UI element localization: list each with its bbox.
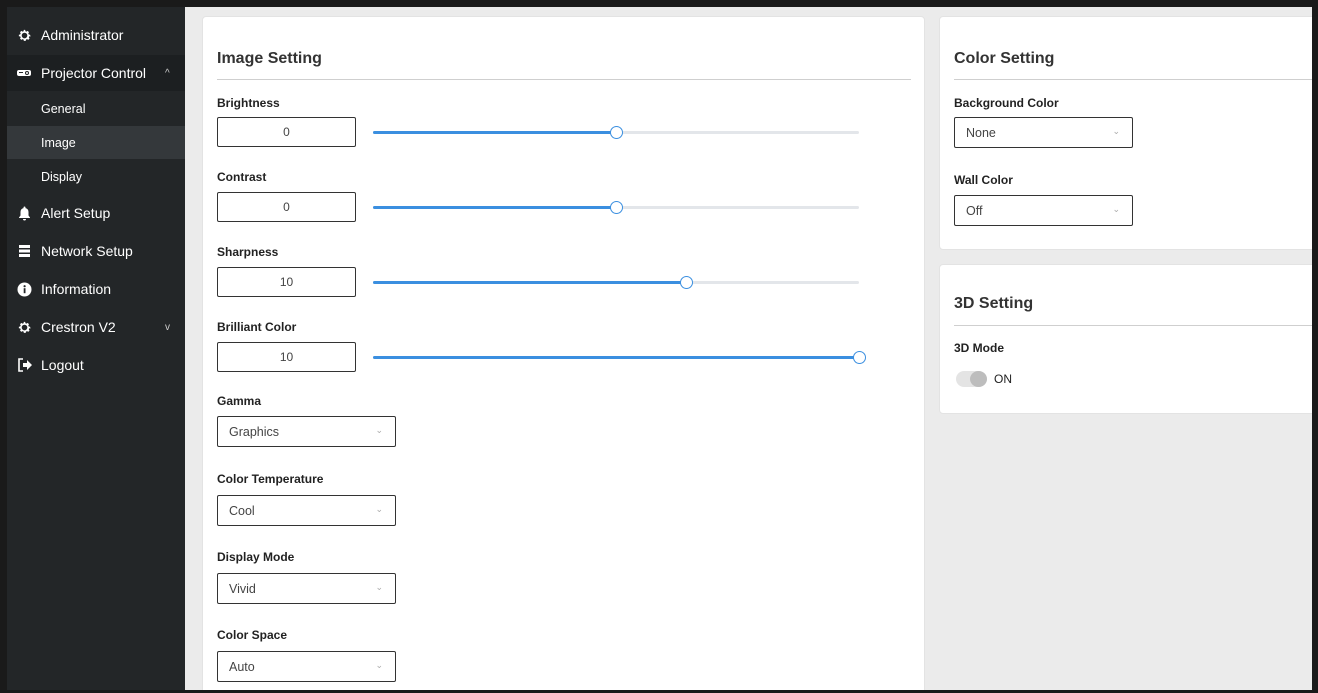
- sidebar-item-crestron-v2[interactable]: Crestron V2 v: [7, 309, 185, 345]
- select-value: Off: [966, 203, 983, 218]
- chevron-down-icon: ⌄: [1112, 204, 1120, 214]
- card-title: Image Setting: [217, 50, 322, 67]
- gear-icon: [16, 319, 32, 335]
- chevron-down-icon: v: [165, 321, 170, 333]
- chevron-down-icon: ⌄: [375, 582, 383, 592]
- toggle-state-label: ON: [994, 372, 1012, 386]
- sidebar-item-label: Network Setup: [41, 243, 133, 259]
- sidebar-subitem-image[interactable]: Image: [7, 126, 185, 159]
- sidebar-subitem-general[interactable]: General: [7, 92, 185, 125]
- color-setting-card: Color Setting Background Color None ⌄ Wa…: [939, 16, 1312, 250]
- sidebar-subitem-display[interactable]: Display: [7, 160, 185, 193]
- bell-icon: [16, 205, 32, 221]
- logout-icon: [16, 357, 32, 373]
- slider-thumb[interactable]: [853, 351, 866, 364]
- sidebar-item-projector-control[interactable]: Projector Control ^: [7, 55, 185, 91]
- 3d-mode-label: 3D Mode: [954, 341, 1005, 355]
- wall-color-select[interactable]: Off ⌄: [954, 195, 1133, 226]
- display-mode-select[interactable]: Vivid ⌄: [217, 573, 396, 604]
- slider-fill: [373, 281, 686, 284]
- divider: [217, 79, 911, 80]
- sharpness-input[interactable]: 10: [217, 267, 356, 297]
- sidebar: Administrator Projector Control ^ Genera…: [7, 7, 185, 690]
- sidebar-item-information[interactable]: Information: [7, 271, 185, 307]
- sharpness-label: Sharpness: [217, 245, 279, 259]
- sidebar-item-logout[interactable]: Logout: [7, 347, 185, 383]
- card-title: 3D Setting: [954, 295, 1034, 312]
- color-space-select[interactable]: Auto ⌄: [217, 651, 396, 682]
- sidebar-item-alert-setup[interactable]: Alert Setup: [7, 195, 185, 231]
- contrast-label: Contrast: [217, 170, 267, 184]
- sidebar-subitem-label: Image: [41, 135, 76, 150]
- brightness-label: Brightness: [217, 96, 280, 110]
- chevron-down-icon: ⌄: [375, 660, 383, 670]
- divider: [954, 325, 1312, 326]
- sidebar-item-administrator[interactable]: Administrator: [7, 17, 185, 53]
- brilliant-color-label: Brilliant Color: [217, 320, 297, 334]
- chevron-up-icon: ^: [165, 67, 170, 79]
- background-color-select[interactable]: None ⌄: [954, 117, 1133, 148]
- slider-fill: [373, 356, 859, 359]
- app-frame: Administrator Projector Control ^ Genera…: [7, 7, 1312, 690]
- info-icon: [16, 281, 32, 297]
- contrast-input[interactable]: 0: [217, 192, 356, 222]
- sidebar-item-label: Crestron V2: [41, 319, 116, 335]
- image-setting-card: Image Setting Brightness 0 Contrast 0 Sh…: [202, 16, 925, 690]
- gamma-select[interactable]: Graphics ⌄: [217, 416, 396, 447]
- brightness-input[interactable]: 0: [217, 117, 356, 147]
- slider-fill: [373, 131, 616, 134]
- select-value: Graphics: [229, 424, 280, 439]
- color-temperature-label: Color Temperature: [217, 472, 324, 486]
- divider: [954, 79, 1312, 80]
- chevron-down-icon: ⌄: [1112, 126, 1120, 136]
- sidebar-subitem-label: General: [41, 101, 86, 116]
- 3d-setting-card: 3D Setting 3D Mode ON: [939, 264, 1312, 414]
- sidebar-item-label: Alert Setup: [41, 205, 111, 221]
- select-value: Cool: [229, 503, 255, 518]
- select-value: Auto: [229, 659, 255, 674]
- toggle-knob: [970, 371, 987, 387]
- gear-icon: [16, 27, 32, 43]
- card-title: Color Setting: [954, 50, 1055, 67]
- brilliant-color-slider[interactable]: [373, 351, 866, 364]
- slider-thumb[interactable]: [610, 201, 623, 214]
- projector-icon: [16, 65, 32, 81]
- color-space-label: Color Space: [217, 628, 288, 642]
- select-value: None: [966, 125, 996, 140]
- display-mode-label: Display Mode: [217, 550, 295, 564]
- sidebar-subitem-label: Display: [41, 169, 82, 184]
- sharpness-slider[interactable]: [373, 276, 859, 289]
- sidebar-item-label: Projector Control: [41, 65, 147, 81]
- brilliant-color-input[interactable]: 10: [217, 342, 356, 372]
- background-color-label: Background Color: [954, 96, 1059, 110]
- 3d-mode-toggle[interactable]: [956, 371, 987, 387]
- sidebar-item-label: Administrator: [41, 27, 124, 43]
- contrast-slider[interactable]: [373, 201, 859, 214]
- slider-thumb[interactable]: [610, 126, 623, 139]
- color-temperature-select[interactable]: Cool ⌄: [217, 495, 396, 526]
- chevron-down-icon: ⌄: [375, 504, 383, 514]
- sidebar-item-network-setup[interactable]: Network Setup: [7, 233, 185, 269]
- server-icon: [16, 243, 32, 259]
- sidebar-item-label: Logout: [41, 357, 84, 373]
- slider-fill: [373, 206, 616, 209]
- gamma-label: Gamma: [217, 394, 262, 408]
- select-value: Vivid: [229, 581, 256, 596]
- chevron-down-icon: ⌄: [375, 425, 383, 435]
- brightness-slider[interactable]: [373, 126, 859, 139]
- sidebar-item-label: Information: [41, 281, 112, 297]
- slider-thumb[interactable]: [679, 276, 693, 289]
- wall-color-label: Wall Color: [954, 173, 1013, 187]
